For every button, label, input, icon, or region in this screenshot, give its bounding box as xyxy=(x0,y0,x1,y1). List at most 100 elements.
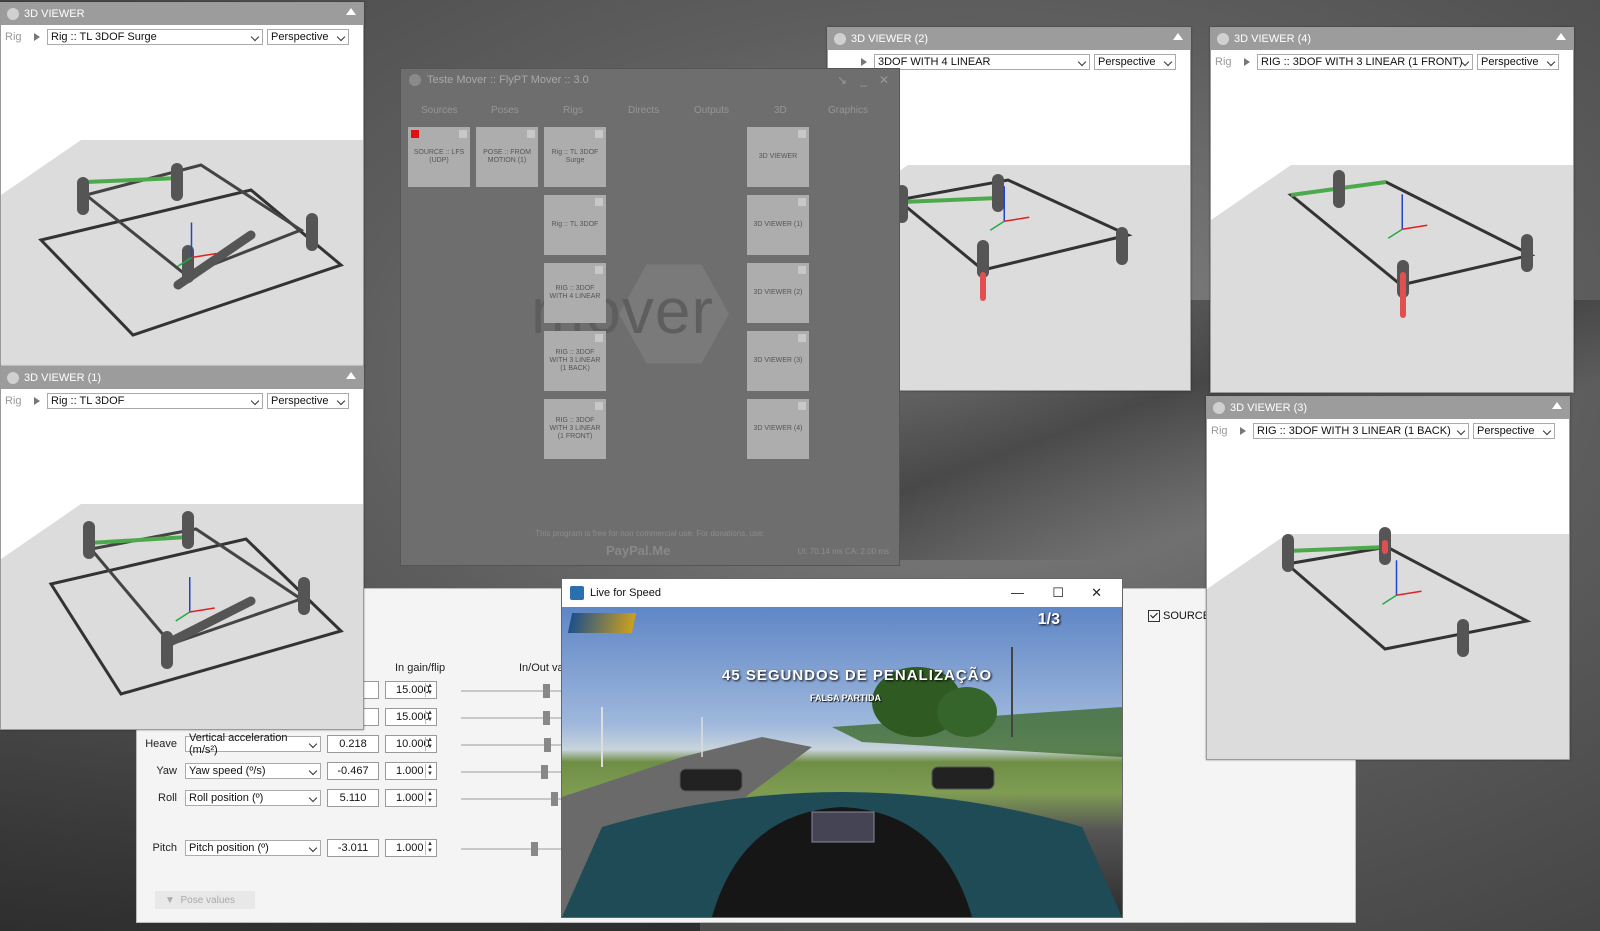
rig-select[interactable]: 3DOF WITH 4 LINEAR xyxy=(874,54,1090,70)
pose-source-select[interactable]: Vertical acceleration (m/s²) xyxy=(185,732,321,756)
stepper-arrows-icon[interactable]: ▲ ▼ xyxy=(425,737,434,751)
slider-thumb[interactable] xyxy=(543,684,550,698)
stepper-arrows-icon[interactable]: ▲ ▼ xyxy=(425,710,434,724)
rig-3d-scene[interactable] xyxy=(1211,70,1574,392)
pose-value-field[interactable]: -0.467 xyxy=(327,762,379,780)
tile-menu-icon[interactable] xyxy=(459,130,467,138)
stepper-arrows-icon[interactable]: ▲ ▼ xyxy=(425,683,434,697)
module-tile-rigs[interactable]: RIG :: 3DOF WITH 3 LINEAR (1 FRONT) xyxy=(544,399,606,459)
tab-outputs[interactable]: Outputs xyxy=(694,105,729,116)
inout-slider[interactable] xyxy=(461,738,561,752)
minimize-icon[interactable]: — xyxy=(1011,585,1024,600)
stepper-arrows-icon[interactable]: ▲ ▼ xyxy=(425,841,434,855)
play-icon[interactable] xyxy=(34,33,40,41)
collapse-icon[interactable] xyxy=(1173,33,1183,40)
pose-value-field[interactable]: 0.218 xyxy=(327,735,379,753)
pose-source-select[interactable]: Pitch position (º) xyxy=(185,840,321,856)
mover-titlebar[interactable]: Teste Mover :: FlyPT Mover :: 3.0 ↘ _ ✕ xyxy=(401,69,899,91)
gain-stepper[interactable]: 1.000 ▲ ▼ xyxy=(385,839,437,857)
module-tile-viewers[interactable]: 3D VIEWER (3) xyxy=(747,331,809,391)
gain-stepper[interactable]: 15.000 ▲ ▼ xyxy=(385,681,437,699)
slider-thumb[interactable] xyxy=(551,792,558,806)
view-select[interactable]: Perspective xyxy=(267,393,349,409)
pose-values-button[interactable]: ▼ Pose values xyxy=(155,891,255,909)
gain-stepper[interactable]: 1.000 ▲ ▼ xyxy=(385,789,437,807)
rig-3d-scene[interactable] xyxy=(1,409,364,729)
module-tile-viewers[interactable]: 3D VIEWER xyxy=(747,127,809,187)
close-icon[interactable]: ✕ xyxy=(879,73,889,87)
module-tile-rigs[interactable]: RIG :: 3DOF WITH 4 LINEAR xyxy=(544,263,606,323)
viewer-window[interactable]: 3D VIEWER (1) Rig Rig :: TL 3DOF Perspec… xyxy=(0,366,364,730)
tile-menu-icon[interactable] xyxy=(595,266,603,274)
tab-sources[interactable]: Sources xyxy=(421,105,458,116)
slider-thumb[interactable] xyxy=(541,765,548,779)
rig-3d-scene[interactable] xyxy=(1207,439,1570,759)
game-viewport[interactable]: 1/3 45 SEGUNDOS DE PENALIZAÇÃO FALSA PAR… xyxy=(562,607,1122,917)
collapse-icon[interactable] xyxy=(346,8,356,15)
view-select[interactable]: Perspective xyxy=(267,29,349,45)
tile-menu-icon[interactable] xyxy=(527,130,535,138)
module-tile-viewers[interactable]: 3D VIEWER (1) xyxy=(747,195,809,255)
tile-menu-icon[interactable] xyxy=(595,198,603,206)
tile-menu-icon[interactable] xyxy=(798,334,806,342)
play-icon[interactable] xyxy=(861,58,867,66)
gain-stepper[interactable]: 1.000 ▲ ▼ xyxy=(385,762,437,780)
tab-3d[interactable]: 3D xyxy=(774,105,787,116)
viewer-window[interactable]: 3D VIEWER Rig Rig :: TL 3DOF Surge Persp… xyxy=(0,2,364,368)
viewer-window[interactable]: 3D VIEWER (4) Rig RIG :: 3DOF WITH 3 LIN… xyxy=(1210,27,1574,393)
collapse-icon[interactable] xyxy=(346,372,356,379)
viewer-titlebar[interactable]: 3D VIEWER (1) xyxy=(1,367,363,389)
tab-directs[interactable]: Directs xyxy=(628,105,659,116)
module-tile-rigs[interactable]: Rig :: TL 3DOF Surge xyxy=(544,127,606,187)
play-icon[interactable] xyxy=(1240,427,1246,435)
live-for-speed-window[interactable]: Live for Speed — ☐ ✕ 1/3 45 SEGUNDOS DE … xyxy=(561,578,1123,918)
view-select[interactable]: Perspective xyxy=(1477,54,1559,70)
collapse-icon[interactable] xyxy=(1552,402,1562,409)
tile-menu-icon[interactable] xyxy=(798,130,806,138)
viewer-titlebar[interactable]: 3D VIEWER (3) xyxy=(1207,397,1569,419)
module-tile-viewers[interactable]: 3D VIEWER (4) xyxy=(747,399,809,459)
slider-thumb[interactable] xyxy=(531,842,538,856)
inout-slider[interactable] xyxy=(461,684,561,698)
play-icon[interactable] xyxy=(34,397,40,405)
pose-source-select[interactable]: Roll position (º) xyxy=(185,790,321,806)
slider-thumb[interactable] xyxy=(543,711,550,725)
module-tile-rigs[interactable]: RIG :: 3DOF WITH 3 LINEAR (1 BACK) xyxy=(544,331,606,391)
tile-menu-icon[interactable] xyxy=(595,402,603,410)
rig-3d-scene[interactable] xyxy=(1,45,364,367)
module-tile-sources[interactable]: SOURCE :: LFS (UDP) xyxy=(408,127,470,187)
module-tile-viewers[interactable]: 3D VIEWER (2) xyxy=(747,263,809,323)
slider-thumb[interactable] xyxy=(544,738,551,752)
tile-menu-icon[interactable] xyxy=(798,266,806,274)
viewer-titlebar[interactable]: 3D VIEWER (4) xyxy=(1211,28,1573,50)
stepper-arrows-icon[interactable]: ▲ ▼ xyxy=(425,764,434,778)
close-icon[interactable]: ✕ xyxy=(1091,585,1102,601)
inout-slider[interactable] xyxy=(461,842,561,856)
expand-icon[interactable]: ↘ xyxy=(837,73,847,87)
flypt-mover-window[interactable]: Teste Mover :: FlyPT Mover :: 3.0 ↘ _ ✕ … xyxy=(400,68,900,566)
viewer-titlebar[interactable]: 3D VIEWER (2) xyxy=(828,28,1190,50)
tile-menu-icon[interactable] xyxy=(798,198,806,206)
rig-select[interactable]: RIG :: 3DOF WITH 3 LINEAR (1 BACK) xyxy=(1253,423,1469,439)
paypal-link[interactable]: PayPal.Me xyxy=(606,543,670,558)
pose-source-select[interactable]: Yaw speed (º/s) xyxy=(185,763,321,779)
collapse-icon[interactable] xyxy=(1556,33,1566,40)
tab-poses[interactable]: Poses xyxy=(491,105,519,116)
module-tile-rigs[interactable]: Rig :: TL 3DOF xyxy=(544,195,606,255)
inout-slider[interactable] xyxy=(461,711,561,725)
view-select[interactable]: Perspective xyxy=(1094,54,1176,70)
gain-stepper[interactable]: 15.000 ▲ ▼ xyxy=(385,708,437,726)
viewer-window[interactable]: 3D VIEWER (3) Rig RIG :: 3DOF WITH 3 LIN… xyxy=(1206,396,1570,760)
view-select[interactable]: Perspective xyxy=(1473,423,1555,439)
tab-rigs[interactable]: Rigs xyxy=(563,105,583,116)
tile-menu-icon[interactable] xyxy=(595,334,603,342)
tab-graphics[interactable]: Graphics xyxy=(828,105,868,116)
maximize-icon[interactable]: ☐ xyxy=(1052,585,1064,601)
lfs-titlebar[interactable]: Live for Speed — ☐ ✕ xyxy=(562,579,1122,607)
pose-value-field[interactable]: -3.011 xyxy=(327,839,379,857)
tile-menu-icon[interactable] xyxy=(798,402,806,410)
rig-select[interactable]: Rig :: TL 3DOF Surge xyxy=(47,29,263,45)
rig-select[interactable]: RIG :: 3DOF WITH 3 LINEAR (1 FRONT) xyxy=(1257,54,1473,70)
gain-stepper[interactable]: 10.000 ▲ ▼ xyxy=(385,735,437,753)
inout-slider[interactable] xyxy=(461,765,561,779)
